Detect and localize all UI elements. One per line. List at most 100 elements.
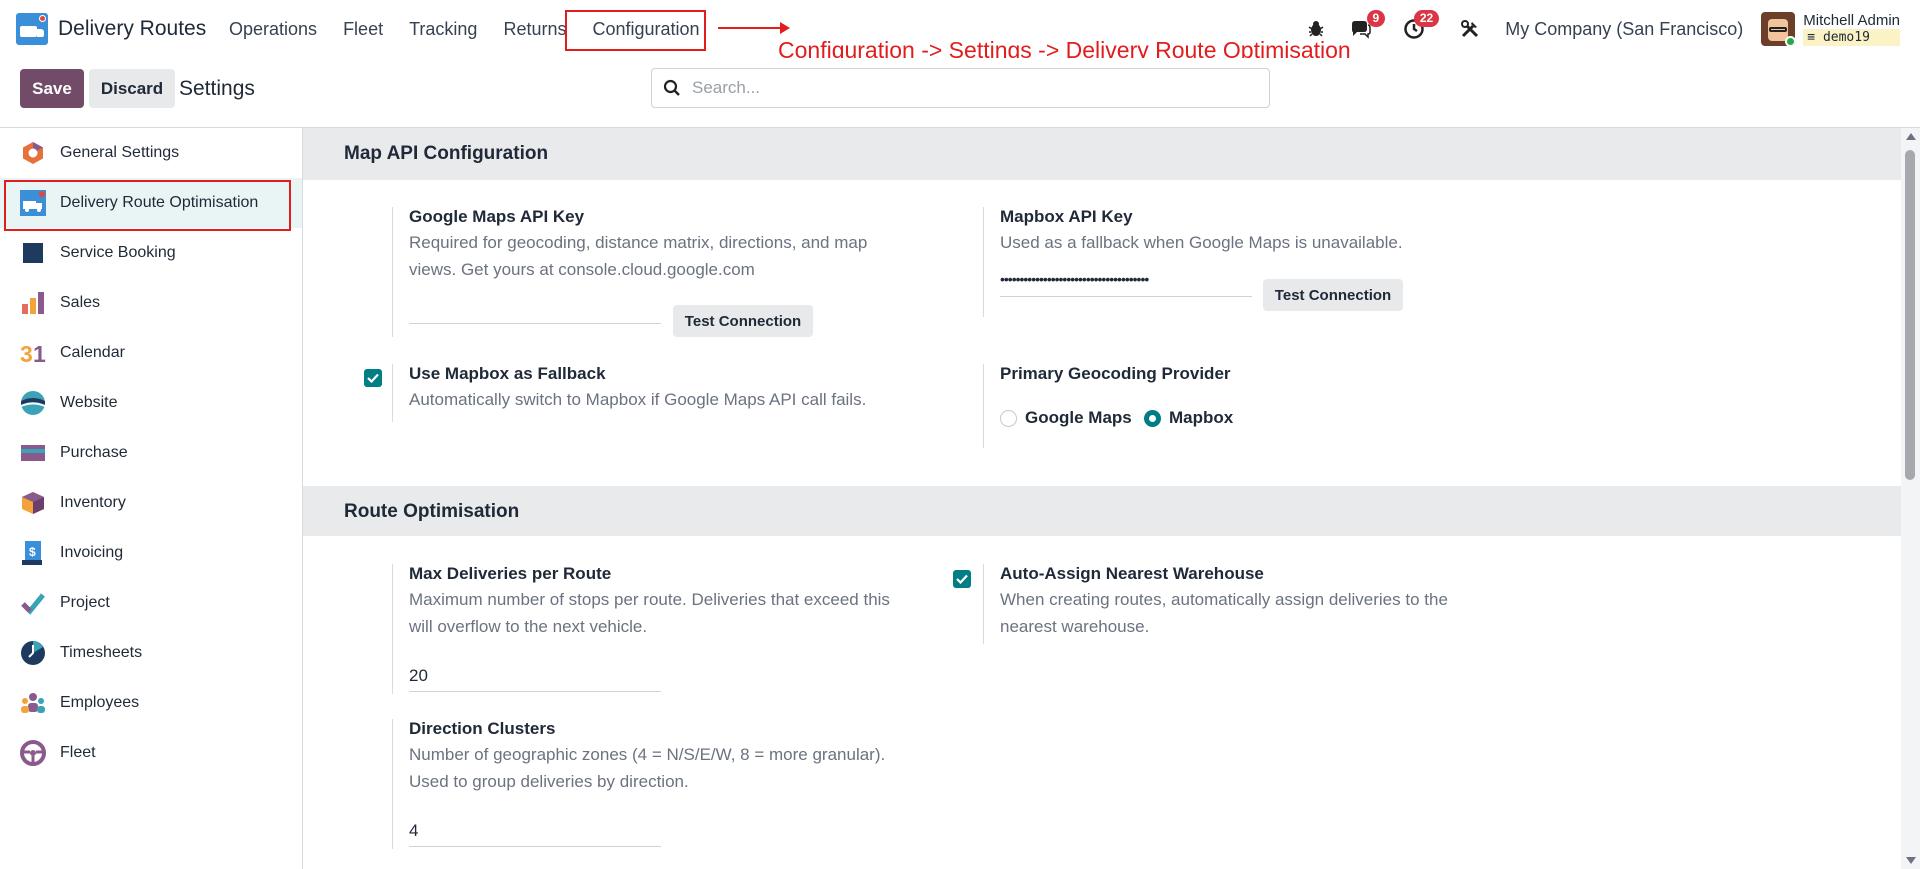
annotation-box-sidebar bbox=[4, 180, 291, 231]
clock-icon[interactable]: 22 bbox=[1401, 10, 1440, 42]
sidebar-item-label: Fleet bbox=[60, 744, 96, 761]
user-name: Mitchell Admin bbox=[1803, 12, 1900, 29]
sidebar-item-label: General Settings bbox=[60, 144, 180, 161]
radio-google-maps[interactable]: Google Maps bbox=[1000, 408, 1132, 428]
search-icon bbox=[652, 69, 692, 107]
save-button[interactable]: Save bbox=[20, 69, 84, 108]
sidebar-item-label: Employees bbox=[60, 694, 140, 711]
section-map-api: Map API Configuration bbox=[303, 128, 1901, 180]
box-icon bbox=[20, 490, 46, 516]
settings-content: Map API Configuration Google Maps API Ke… bbox=[303, 128, 1901, 869]
svg-text:1: 1 bbox=[33, 341, 46, 366]
globe-icon bbox=[20, 390, 46, 416]
top-navbar: Delivery Routes Operations Fleet Trackin… bbox=[0, 0, 1920, 63]
setting-use-mapbox-fallback: Use Mapbox as Fallback Automatically swi… bbox=[392, 364, 892, 422]
setting-title: Direction Clusters bbox=[409, 719, 556, 738]
setting-title: Mapbox API Key bbox=[1000, 207, 1133, 226]
breadcrumb: Settings bbox=[179, 77, 255, 100]
check-icon bbox=[20, 590, 46, 616]
sidebar-item-fleet[interactable]: Fleet bbox=[0, 728, 302, 778]
setting-description: Number of geographic zones (4 = N/S/E/W,… bbox=[409, 745, 886, 791]
radio-mapbox[interactable]: Mapbox bbox=[1144, 408, 1233, 428]
sidebar-item-label: Timesheets bbox=[60, 644, 143, 661]
max-deliveries-input[interactable]: 20 bbox=[409, 666, 661, 692]
app-brand[interactable]: Delivery Routes bbox=[16, 13, 206, 45]
steering-wheel-icon bbox=[20, 740, 46, 766]
clock-icon bbox=[20, 640, 46, 666]
menu-operations[interactable]: Operations bbox=[216, 0, 330, 58]
setting-description: When creating routes, automatically assi… bbox=[1000, 590, 1448, 636]
people-icon bbox=[20, 690, 46, 716]
sidebar-item-label: Website bbox=[60, 394, 118, 411]
systray: 9 22 My Company (San Francisco) Mitchell… bbox=[1303, 0, 1900, 58]
auto-assign-checkbox[interactable] bbox=[953, 570, 971, 588]
sidebar-item-service-booking[interactable]: Service Booking bbox=[0, 228, 302, 278]
setting-title: Auto-Assign Nearest Warehouse bbox=[1000, 564, 1264, 583]
sidebar-item-label: Project bbox=[60, 594, 110, 611]
setting-description: Used as a fallback when Google Maps is u… bbox=[1000, 233, 1403, 252]
scroll-up-arrow-icon[interactable] bbox=[1906, 133, 1916, 140]
discard-button[interactable]: Discard bbox=[89, 69, 175, 108]
setting-google-maps-api-key: Google Maps API Key Required for geocodi… bbox=[392, 207, 892, 337]
chat-icon[interactable]: 9 bbox=[1347, 10, 1386, 42]
checkmark-icon bbox=[367, 373, 379, 383]
section-route-optimisation: Route Optimisation bbox=[303, 486, 1901, 536]
setting-title: Use Mapbox as Fallback bbox=[409, 364, 606, 383]
settings-sidebar: General Settings Delivery Route Optimisa… bbox=[0, 128, 303, 869]
mapbox-api-key-input[interactable]: •••••••••••••••••••••••••••••••••••••• bbox=[1000, 271, 1252, 297]
sidebar-item-employees[interactable]: Employees bbox=[0, 678, 302, 728]
scroll-down-arrow-icon[interactable] bbox=[1906, 857, 1916, 864]
sidebar-item-project[interactable]: Project bbox=[0, 578, 302, 628]
sidebar-item-website[interactable]: Website bbox=[0, 378, 302, 428]
direction-clusters-input[interactable]: 4 bbox=[409, 821, 661, 847]
sidebar-item-calendar[interactable]: 31 Calendar bbox=[0, 328, 302, 378]
database-tag: ≡ demo19 bbox=[1803, 29, 1900, 46]
company-switcher[interactable]: My Company (San Francisco) bbox=[1505, 19, 1743, 40]
database-icon: ≡ bbox=[1807, 30, 1823, 45]
svg-text:3: 3 bbox=[20, 341, 33, 366]
tools-icon[interactable] bbox=[1457, 16, 1483, 42]
card-icon bbox=[20, 440, 46, 466]
menu-tracking[interactable]: Tracking bbox=[396, 0, 490, 58]
setting-mapbox-api-key: Mapbox API Key Used as a fallback when G… bbox=[983, 207, 1483, 317]
fallback-checkbox[interactable] bbox=[364, 369, 382, 387]
content-scrollbar[interactable] bbox=[1901, 128, 1920, 869]
annotation-box-configuration bbox=[565, 10, 706, 51]
sidebar-item-inventory[interactable]: Inventory bbox=[0, 478, 302, 528]
user-menu[interactable]: Mitchell Admin ≡ demo19 bbox=[1761, 12, 1900, 46]
setting-description: Required for geocoding, distance matrix,… bbox=[409, 233, 868, 279]
radio-button[interactable] bbox=[1000, 409, 1017, 427]
setting-direction-clusters: Direction Clusters Number of geographic … bbox=[392, 719, 892, 849]
search-input[interactable] bbox=[692, 78, 1252, 98]
hexagon-logo-icon bbox=[20, 140, 46, 166]
sidebar-item-sales[interactable]: Sales bbox=[0, 278, 302, 328]
section-title: Map API Configuration bbox=[344, 143, 549, 164]
checkmark-icon bbox=[956, 574, 968, 584]
delivery-truck-icon bbox=[16, 13, 48, 45]
scrollbar-thumb[interactable] bbox=[1905, 150, 1915, 480]
search-bar[interactable] bbox=[651, 68, 1270, 108]
sidebar-item-label: Sales bbox=[60, 294, 101, 311]
google-api-key-input[interactable] bbox=[409, 298, 661, 324]
sidebar-item-label: Invoicing bbox=[60, 544, 124, 561]
sidebar-item-label: Purchase bbox=[60, 444, 128, 461]
google-test-connection-button[interactable]: Test Connection bbox=[673, 305, 813, 337]
app-name[interactable]: Delivery Routes bbox=[58, 17, 206, 41]
sidebar-item-invoicing[interactable]: $ Invoicing bbox=[0, 528, 302, 578]
sidebar-item-purchase[interactable]: Purchase bbox=[0, 428, 302, 478]
setting-title: Max Deliveries per Route bbox=[409, 564, 612, 583]
mapbox-test-connection-button[interactable]: Test Connection bbox=[1263, 279, 1403, 311]
sidebar-item-timesheets[interactable]: Timesheets bbox=[0, 628, 302, 678]
sidebar-item-general-settings[interactable]: General Settings bbox=[0, 128, 302, 178]
radio-button-selected[interactable] bbox=[1144, 409, 1161, 427]
menu-fleet[interactable]: Fleet bbox=[330, 0, 396, 58]
setting-title: Primary Geocoding Provider bbox=[1000, 364, 1231, 383]
activities-badge: 22 bbox=[1413, 10, 1440, 27]
invoice-icon: $ bbox=[20, 540, 46, 566]
square-icon bbox=[20, 240, 46, 266]
calendar-icon: 31 bbox=[20, 340, 46, 367]
setting-description: Automatically switch to Mapbox if Google… bbox=[409, 390, 867, 409]
bug-icon[interactable] bbox=[1303, 16, 1329, 42]
setting-primary-geocoding-provider: Primary Geocoding Provider Google Maps M… bbox=[983, 364, 1483, 448]
annotation-arrow bbox=[718, 22, 790, 34]
